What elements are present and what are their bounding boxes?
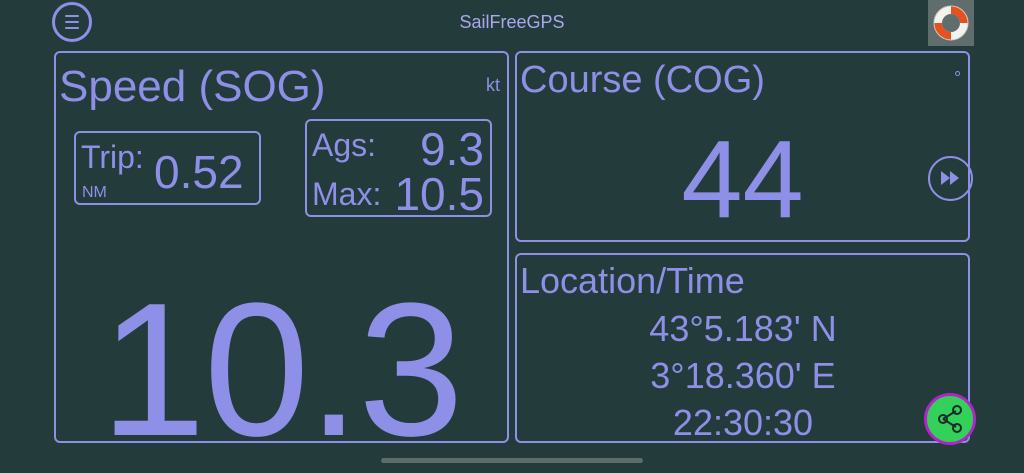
speed-panel[interactable]: Speed (SOG) kt Trip: 0.52 NM Ags: 9.3 Ma… [54, 51, 509, 465]
share-icon [938, 405, 962, 433]
speed-title: Speed (SOG) [59, 62, 326, 111]
app-title: SailFreeGPS [459, 12, 565, 32]
course-title: Course (COG) [520, 59, 765, 101]
home-indicator[interactable] [381, 458, 643, 463]
speed-value: 10.3 [100, 264, 464, 473]
trip-label: Trip: [81, 139, 144, 175]
max-value: 10.5 [394, 168, 484, 220]
time-value: 22:30:30 [672, 402, 814, 443]
longitude-value: 3°18.360' E [650, 355, 836, 396]
next-view-button[interactable] [928, 156, 973, 201]
speed-unit: kt [486, 75, 501, 95]
location-panel[interactable]: Location/Time 43°5.183' N 3°18.360' E 22… [515, 253, 970, 443]
lifebuoy-icon[interactable] [928, 0, 974, 46]
latitude-value: 43°5.183' N [649, 308, 837, 349]
course-unit: ° [954, 68, 962, 88]
fast-forward-icon [941, 171, 959, 185]
trip-value: 0.52 [154, 146, 244, 198]
avg-value: 9.3 [420, 123, 484, 175]
avg-label: Ags: [312, 127, 377, 163]
course-panel[interactable]: Course (COG) ° 44 [515, 51, 973, 242]
share-button[interactable] [924, 393, 976, 445]
location-title: Location/Time [520, 260, 745, 301]
trip-box[interactable]: Trip: 0.52 NM [74, 131, 261, 205]
app-screen: SailFreeGPS Speed (SOG) kt Trip: 0.52 NM… [0, 0, 1024, 473]
course-value: 44 [681, 118, 804, 241]
trip-unit: NM [82, 184, 107, 201]
stats-box[interactable]: Ags: 9.3 Max: 10.5 [305, 119, 492, 217]
max-label: Max: [312, 176, 382, 212]
